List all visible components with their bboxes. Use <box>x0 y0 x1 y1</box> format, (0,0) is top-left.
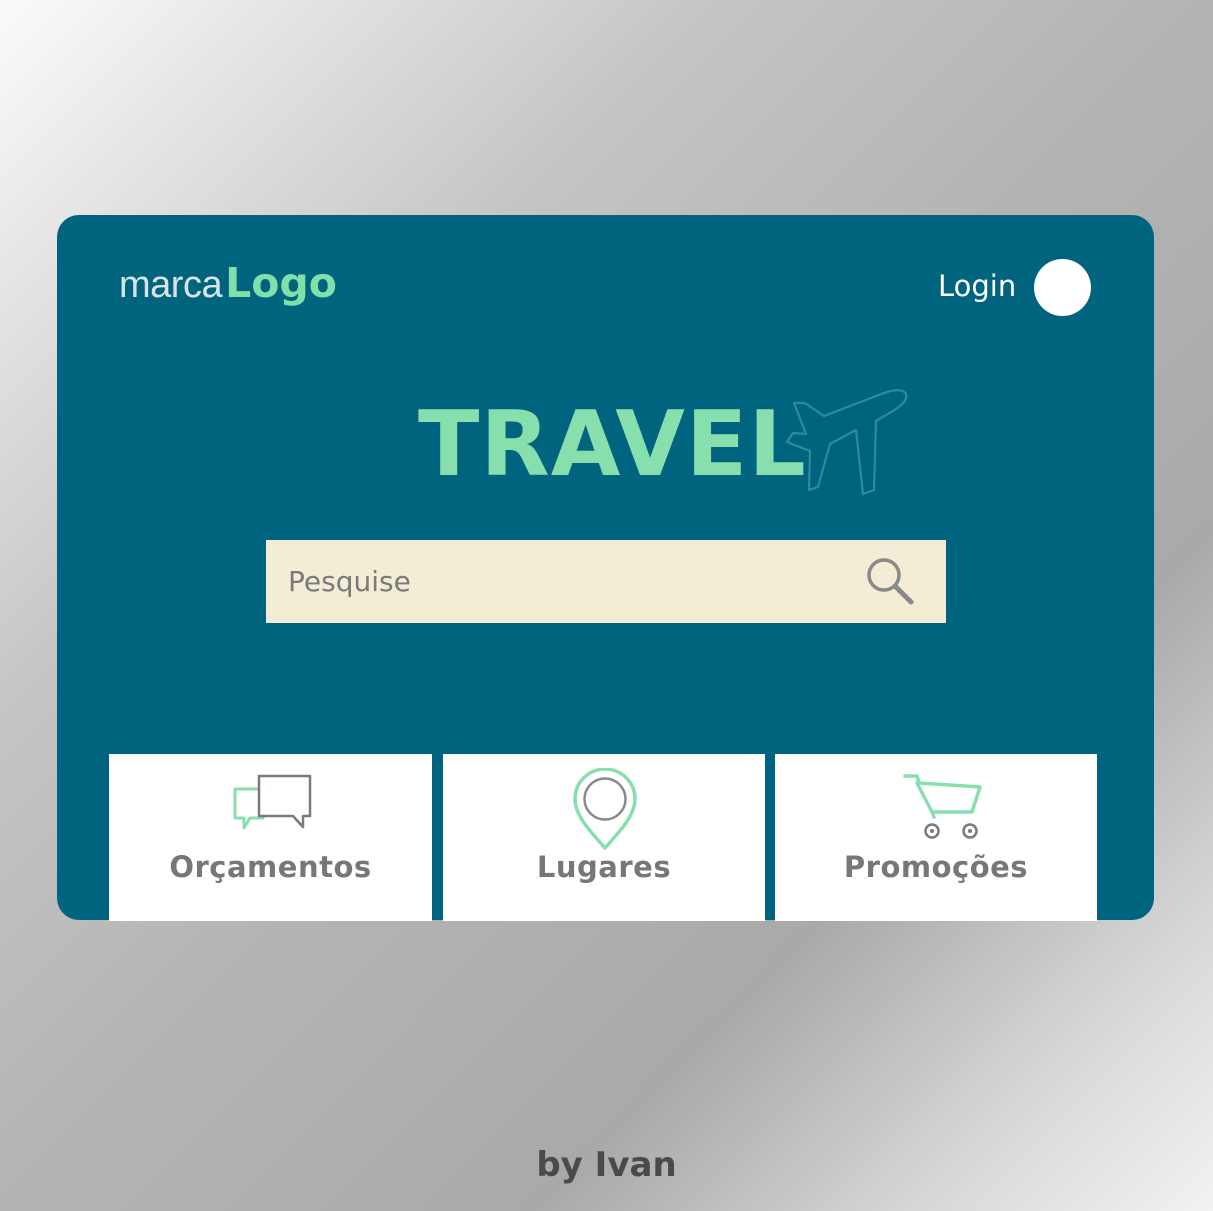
airplane-icon <box>785 389 908 496</box>
brand-name: Logo <box>225 259 337 307</box>
category-label-lugares: Lugares <box>536 850 672 884</box>
user-avatar-icon[interactable] <box>1034 259 1091 316</box>
category-tile-promocoes[interactable]: Promoções <box>775 754 1097 921</box>
search-icon[interactable] <box>862 553 918 609</box>
brand-logo[interactable]: marca Logo <box>119 259 337 307</box>
location-pin-icon <box>573 768 637 850</box>
login-link[interactable]: Login <box>938 269 1016 303</box>
category-tile-lugares[interactable]: Lugares <box>443 754 765 921</box>
brand-prefix: marca <box>119 264 223 306</box>
search-bar <box>266 540 946 623</box>
shopping-cart-icon <box>903 774 982 839</box>
chat-bubbles-icon <box>233 774 312 830</box>
author-credit: by Ivan <box>536 1145 677 1185</box>
category-label-promocoes: Promoções <box>843 850 1029 884</box>
category-tile-orcamentos[interactable]: Orçamentos <box>109 754 432 921</box>
category-label-orcamentos: Orçamentos <box>169 850 372 884</box>
hero-title: TRAVEL <box>418 392 807 497</box>
search-input[interactable] <box>266 540 826 623</box>
